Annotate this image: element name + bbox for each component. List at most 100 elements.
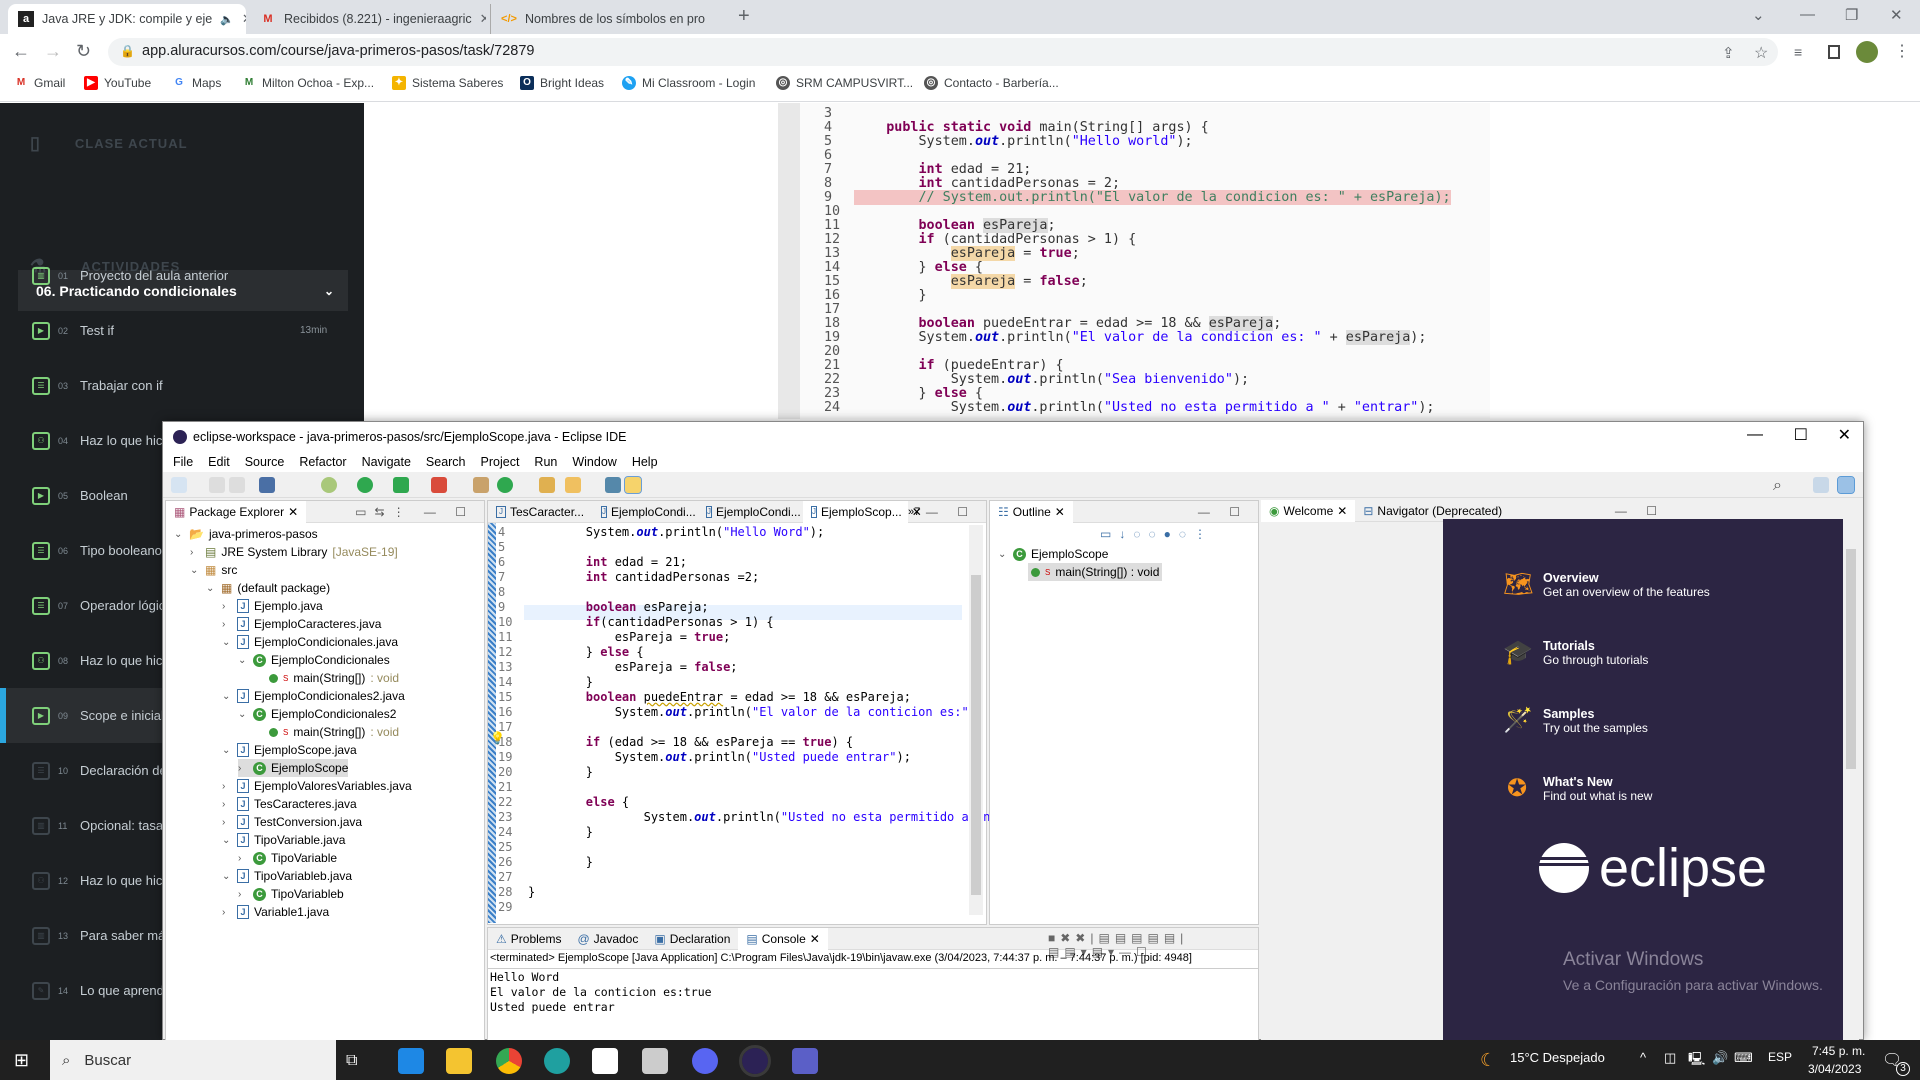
tab-outline[interactable]: ☷ Outline ✕: [990, 500, 1073, 523]
activity-item[interactable]: ▶ 02 Test if 13min: [0, 303, 364, 358]
tree-item[interactable]: ⌄ ▦ (default package): [206, 579, 330, 597]
close-tab-icon[interactable]: ✕: [242, 11, 246, 27]
tree-item[interactable]: ⌄ J EjemploScope.java: [222, 741, 357, 759]
clock-date[interactable]: 3/04/2023: [1808, 1062, 1861, 1076]
tree-item[interactable]: › ▤ JRE System Library [JavaSE-19]: [190, 543, 398, 561]
warning-lightbulb-icon[interactable]: 💡: [490, 731, 505, 745]
debug-icon[interactable]: [321, 477, 337, 493]
menu-navigate[interactable]: Navigate: [362, 455, 411, 469]
chevron-down-icon[interactable]: ⌄: [222, 871, 232, 882]
new-icon[interactable]: [171, 477, 187, 493]
open-perspective-icon[interactable]: [1813, 477, 1829, 493]
activity-item[interactable]: ☰ 03 Trabajar con if: [0, 358, 364, 413]
close-icon[interactable]: ✕: [810, 932, 820, 946]
chevron-down-icon[interactable]: ⌄: [222, 691, 232, 702]
mark-occurrences-icon[interactable]: [624, 476, 642, 494]
menu-refactor[interactable]: Refactor: [299, 455, 346, 469]
menu-source[interactable]: Source: [245, 455, 285, 469]
app-icon[interactable]: [642, 1048, 668, 1074]
menu-file[interactable]: File: [173, 455, 193, 469]
code-line[interactable]: System.out.println("Usted puede entrar")…: [528, 750, 911, 765]
bookmark[interactable]: G Maps: [172, 76, 221, 90]
menu-icon[interactable]: ⋮: [1894, 41, 1910, 61]
browser-tab[interactable]: </> Nombres de los símbolos en pro: [490, 4, 726, 34]
code-line[interactable]: boolean esPareja;: [528, 600, 709, 615]
editor-scrollbar[interactable]: [969, 525, 983, 915]
chevron-down-icon[interactable]: ⌄: [174, 529, 184, 540]
code-line[interactable]: if (edad >= 18 && esPareja == true) {: [528, 735, 853, 750]
code-line[interactable]: }: [528, 825, 593, 840]
tree-item[interactable]: › J Variable1.java: [222, 903, 329, 921]
welcome-samples[interactable]: 🪄 Samples Try out the samples: [1503, 707, 1648, 735]
tree-item[interactable]: ⌄ C EjemploCondicionales2: [238, 705, 396, 723]
java-perspective-icon[interactable]: [1837, 476, 1855, 494]
chevron-down-icon[interactable]: ⌄: [222, 637, 232, 648]
bookmark[interactable]: ▶ YouTube: [84, 76, 151, 90]
welcome-whats-new[interactable]: ✪ What's New Find out what is new: [1507, 775, 1652, 803]
tree-item[interactable]: ⌄ ▦ src: [190, 561, 237, 579]
tree-item[interactable]: › C EjemploScope: [238, 759, 349, 777]
chevron-right-icon[interactable]: ›: [222, 799, 232, 810]
close-icon[interactable]: ✕: [1337, 504, 1347, 518]
menu-help[interactable]: Help: [632, 455, 658, 469]
tree-item[interactable]: Smain(String[]) : void: [254, 669, 399, 687]
code-line[interactable]: } else {: [528, 645, 644, 660]
close-icon[interactable]: ✕: [288, 505, 298, 519]
outline-item[interactable]: ⌄ C EjemploScope: [998, 545, 1108, 563]
chevron-down-icon[interactable]: ⌄: [222, 745, 232, 756]
teams-icon[interactable]: [792, 1048, 818, 1074]
back-icon[interactable]: ←: [12, 41, 30, 62]
tab-search-icon[interactable]: ⌄: [1752, 6, 1765, 24]
media-icon[interactable]: ≡: [1794, 44, 1802, 60]
search-icon[interactable]: ⌕: [1773, 477, 1789, 494]
menu-window[interactable]: Window: [572, 455, 616, 469]
tree-item[interactable]: Smain(String[]) : void: [254, 723, 399, 741]
tray-chevron-icon[interactable]: ^: [1640, 1050, 1646, 1065]
tree-item[interactable]: ⌄ J EjemploCondicionales2.java: [222, 687, 405, 705]
save-all-icon[interactable]: [229, 477, 245, 493]
chevron-right-icon[interactable]: ›: [222, 817, 232, 828]
external-tools-icon[interactable]: [431, 477, 447, 493]
code-line[interactable]: esPareja = true;: [528, 630, 731, 645]
discord-icon[interactable]: [692, 1048, 718, 1074]
close-tab-icon[interactable]: ✕: [480, 11, 486, 27]
open-type-icon[interactable]: [539, 477, 555, 493]
menu-project[interactable]: Project: [481, 455, 520, 469]
eclipse-taskbar-icon[interactable]: [739, 1045, 771, 1077]
minimize-icon[interactable]: —: [1800, 6, 1815, 23]
avatar[interactable]: [1856, 41, 1878, 63]
language[interactable]: ESP: [1768, 1050, 1792, 1064]
chevron-down-icon[interactable]: ⌄: [238, 709, 248, 720]
browser-tab[interactable]: M Recibidos (8.221) - ingenieraagric ✕: [250, 4, 486, 34]
welcome-scrollbar[interactable]: [1843, 519, 1859, 1041]
outline-item[interactable]: Smain(String[]) : void: [1028, 563, 1163, 581]
code-line[interactable]: if(cantidadPersonas > 1) {: [528, 615, 774, 630]
chevron-down-icon[interactable]: ⌄: [238, 655, 248, 666]
welcome-overview[interactable]: 🗺 Overview Get an overview of the feature…: [1503, 571, 1710, 599]
editor-tab[interactable]: J EjemploScop... ✕: [803, 500, 922, 523]
activity-item[interactable]: ▥ 01 Proyecto del aula anterior: [0, 248, 364, 303]
outline-toolbar[interactable]: ▭↓◌◌●◌⋮: [1100, 527, 1214, 541]
code-line[interactable]: }: [528, 855, 593, 870]
new-class-icon[interactable]: [497, 477, 513, 493]
tab-declaration[interactable]: ▣ Declaration: [646, 928, 738, 950]
url-text[interactable]: app.aluracursos.com/course/java-primeros…: [142, 43, 535, 59]
windows-start-icon[interactable]: ⊞: [14, 1050, 29, 1071]
bookmark[interactable]: ✦ Sistema Saberes: [392, 76, 503, 90]
tab-welcome[interactable]: ◉ Welcome ✕: [1261, 499, 1356, 522]
store-icon[interactable]: [592, 1048, 618, 1074]
view-toolbar[interactable]: — ☐: [1615, 504, 1665, 518]
menu-search[interactable]: Search: [426, 455, 466, 469]
tree-item[interactable]: › J TestConversion.java: [222, 813, 362, 831]
code-line[interactable]: }: [528, 675, 593, 690]
lesson-video[interactable]: 34 public static void main(String[] args…: [778, 103, 1490, 419]
chevron-right-icon[interactable]: ›: [238, 853, 248, 864]
network-icon[interactable]: 🖳: [1688, 1050, 1705, 1072]
task-view-icon[interactable]: ⧉: [346, 1048, 372, 1074]
chevron-down-icon[interactable]: ⌄: [190, 565, 200, 576]
audio-icon[interactable]: 🔈: [220, 13, 234, 26]
view-toolbar[interactable]: ▭⇆⋮ — ☐: [355, 505, 474, 519]
bookmark[interactable]: M Gmail: [14, 76, 66, 90]
code-line[interactable]: int edad = 21;: [528, 555, 687, 570]
editor-tab[interactable]: J EjemploCondi...: [593, 501, 698, 523]
